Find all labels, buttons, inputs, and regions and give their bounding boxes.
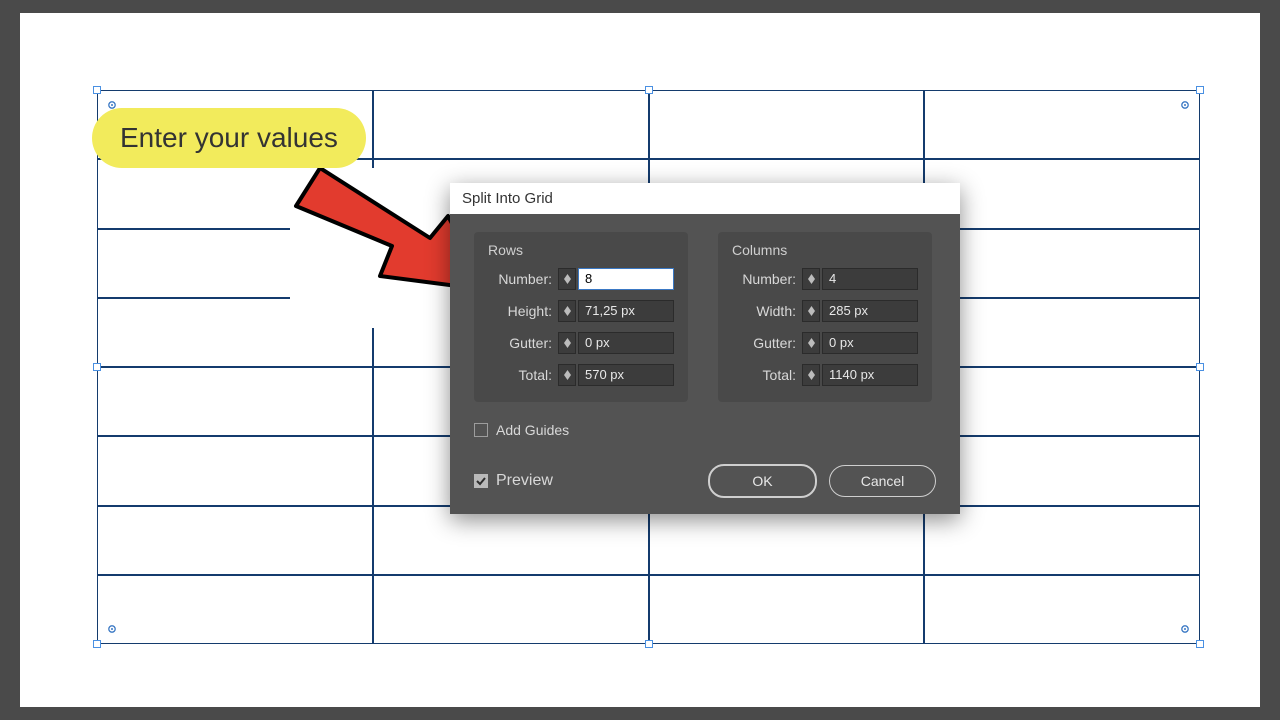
preview-label: Preview (496, 472, 553, 490)
selection-handle[interactable] (93, 86, 101, 94)
grid-cell[interactable] (373, 90, 649, 159)
selection-handle[interactable] (1196, 640, 1204, 648)
selection-handle[interactable] (1196, 86, 1204, 94)
grid-cell[interactable] (924, 90, 1200, 159)
rows-total-stepper[interactable] (558, 364, 576, 386)
rows-section: Rows Number: 8 Height: 71,25 px Gutter: (474, 232, 688, 402)
anchor-indicator-icon (1178, 98, 1192, 112)
rows-gutter-input[interactable]: 0 px (578, 332, 674, 354)
anchor-indicator-icon (105, 622, 119, 636)
rows-height-label: Height: (488, 303, 552, 319)
split-into-grid-dialog: Split Into Grid Rows Number: 8 Height: 7… (450, 183, 960, 514)
cols-gutter-stepper[interactable] (802, 332, 820, 354)
rows-height-stepper[interactable] (558, 300, 576, 322)
grid-cell[interactable] (924, 436, 1200, 505)
anchor-indicator-icon (1178, 622, 1192, 636)
grid-row (97, 506, 1200, 575)
cols-total-label: Total: (732, 367, 796, 383)
grid-cell[interactable] (373, 506, 649, 575)
grid-cell[interactable] (924, 229, 1200, 298)
cols-width-label: Width: (732, 303, 796, 319)
grid-cell[interactable] (924, 506, 1200, 575)
preview-checkbox[interactable] (474, 474, 488, 488)
grid-row (97, 575, 1200, 644)
columns-section: Columns Number: 4 Width: 285 px Gutter: (718, 232, 932, 402)
ok-button[interactable]: OK (708, 464, 817, 498)
cols-width-stepper[interactable] (802, 300, 820, 322)
rows-gutter-stepper[interactable] (558, 332, 576, 354)
cols-total-stepper[interactable] (802, 364, 820, 386)
rows-number-stepper[interactable] (558, 268, 576, 290)
add-guides-label: Add Guides (496, 422, 569, 438)
dialog-title: Split Into Grid (450, 183, 960, 214)
columns-section-title: Columns (732, 242, 918, 258)
grid-cell[interactable] (924, 298, 1200, 367)
grid-cell[interactable] (924, 367, 1200, 436)
annotation-callout: Enter your values (92, 108, 366, 168)
rows-number-input[interactable]: 8 (578, 268, 674, 290)
grid-cell[interactable] (924, 575, 1200, 644)
grid-cell[interactable] (649, 90, 925, 159)
selection-handle[interactable] (1196, 363, 1204, 371)
cols-width-input[interactable]: 285 px (822, 300, 918, 322)
grid-cell[interactable] (97, 367, 373, 436)
grid-cell[interactable] (373, 575, 649, 644)
selection-handle[interactable] (93, 363, 101, 371)
rows-total-label: Total: (488, 367, 552, 383)
rows-gutter-label: Gutter: (488, 335, 552, 351)
canvas-artboard: Enter your values Split Into Grid (20, 13, 1260, 707)
rows-height-input[interactable]: 71,25 px (578, 300, 674, 322)
grid-cell[interactable] (649, 506, 925, 575)
selection-handle[interactable] (645, 86, 653, 94)
grid-cell[interactable] (649, 575, 925, 644)
grid-cell[interactable] (97, 575, 373, 644)
rows-number-label: Number: (488, 271, 552, 287)
cols-gutter-label: Gutter: (732, 335, 796, 351)
grid-cell[interactable] (97, 436, 373, 505)
cols-total-input[interactable]: 1140 px (822, 364, 918, 386)
grid-cell[interactable] (924, 159, 1200, 228)
rows-section-title: Rows (488, 242, 674, 258)
cancel-button[interactable]: Cancel (829, 465, 936, 497)
cols-gutter-input[interactable]: 0 px (822, 332, 918, 354)
cols-number-stepper[interactable] (802, 268, 820, 290)
add-guides-checkbox[interactable] (474, 423, 488, 437)
cols-number-label: Number: (732, 271, 796, 287)
cols-number-input[interactable]: 4 (822, 268, 918, 290)
grid-cell[interactable] (97, 506, 373, 575)
rows-total-input[interactable]: 570 px (578, 364, 674, 386)
selection-handle[interactable] (93, 640, 101, 648)
selection-handle[interactable] (645, 640, 653, 648)
